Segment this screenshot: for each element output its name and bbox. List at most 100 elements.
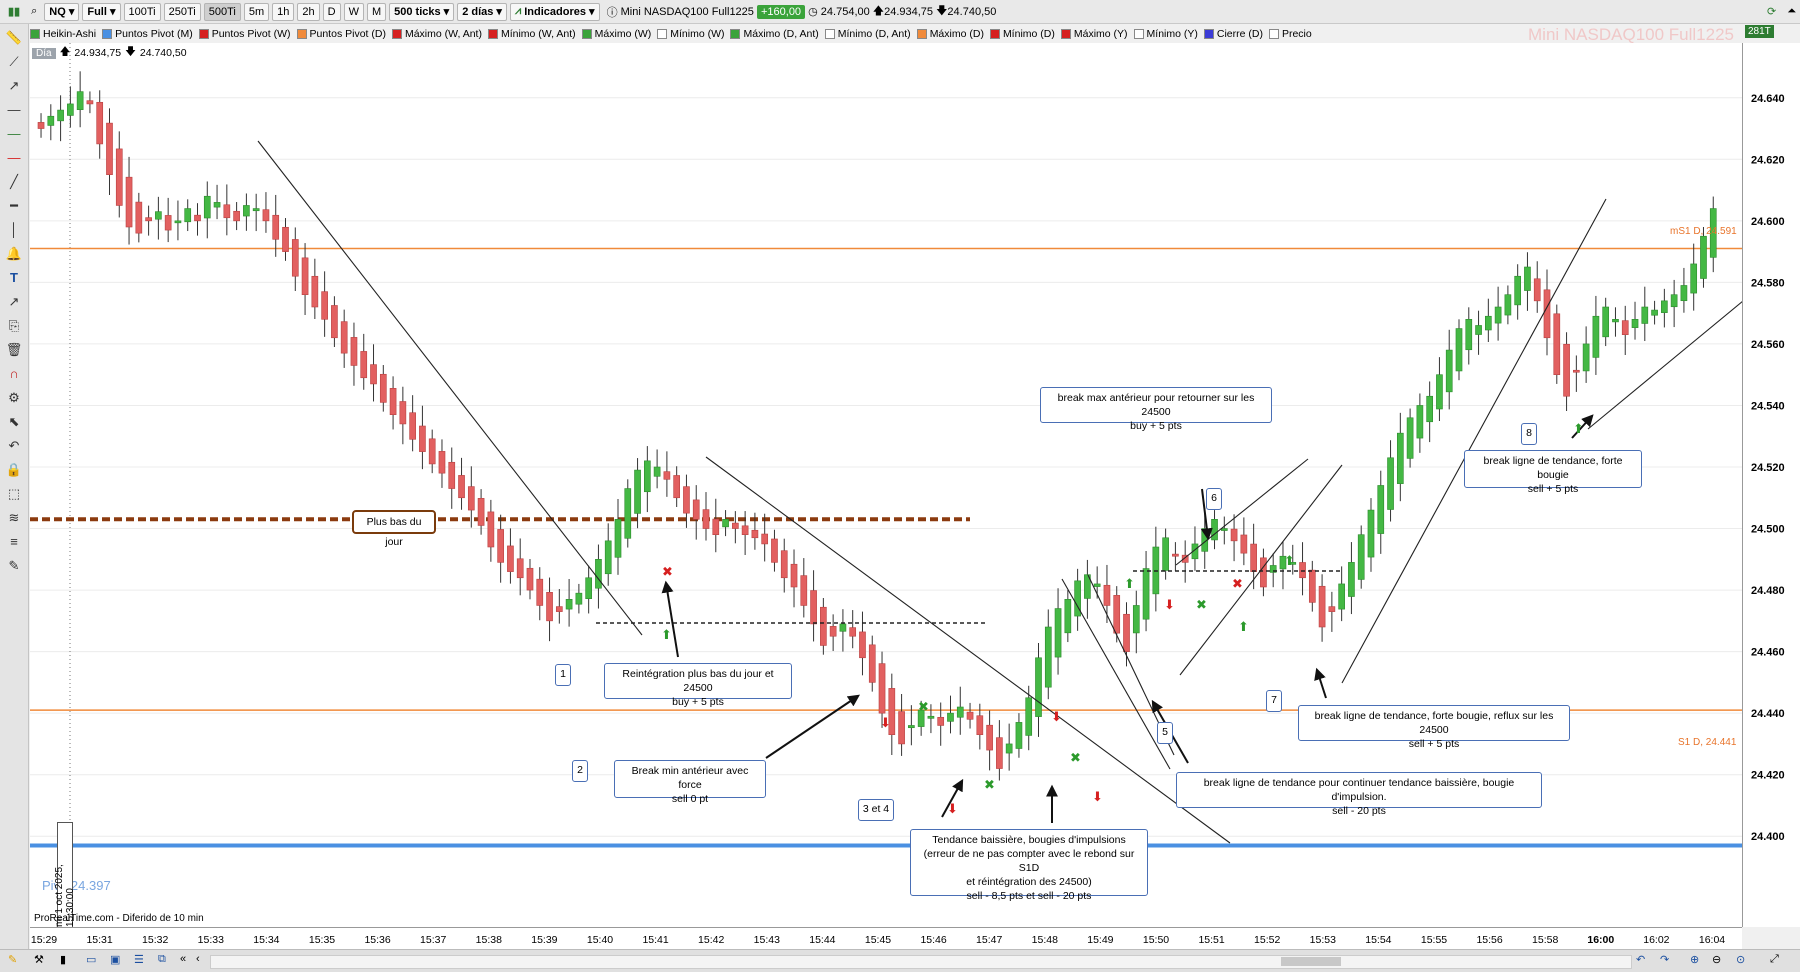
ticks-select[interactable]: 500 ticks ▾	[389, 2, 455, 21]
arrow-tool-icon[interactable]: ↗	[4, 292, 24, 312]
timeframe-2h[interactable]: 2h	[297, 2, 320, 21]
price-axis[interactable]: 281T 24.640 24.620 24.600 24.580 24.560 24.54…	[1742, 25, 1800, 927]
legend-item[interactable]: Máximo (W, Ant)	[391, 28, 482, 40]
undo-tool-icon[interactable]: ↶	[4, 436, 24, 456]
chat-icon[interactable]: ▭	[86, 953, 96, 966]
legend-color-icon[interactable]	[1268, 28, 1279, 39]
view-select[interactable]: Full ▾	[82, 2, 121, 21]
legend-item[interactable]: Mínimo (Y)	[1133, 28, 1198, 40]
legend-item[interactable]: Máximo (D)	[916, 28, 984, 40]
legend-item[interactable]: Cierre (D)	[1203, 28, 1263, 40]
legend-color-icon[interactable]	[824, 28, 835, 39]
vline-icon[interactable]: │	[4, 220, 24, 240]
horizontal-scrollbar[interactable]	[210, 955, 1632, 969]
indicators-button[interactable]: ⩘ Indicadores ▾	[509, 2, 600, 21]
legend-color-icon[interactable]	[989, 28, 1000, 39]
annotation-number-7[interactable]: 7	[1266, 690, 1282, 712]
panel-icon[interactable]: ▮	[60, 953, 66, 966]
line-style-icon[interactable]: ≡	[4, 532, 24, 552]
trash-icon[interactable]: 🗑	[4, 340, 24, 360]
timeframe-w[interactable]: W	[343, 2, 364, 21]
trendline-icon[interactable]: ╱	[4, 172, 24, 192]
redo-icon[interactable]: ↷	[1660, 953, 1669, 966]
legend-item[interactable]: Máximo (Y)	[1060, 28, 1128, 40]
timeframe-m[interactable]: M	[366, 2, 387, 21]
tools-icon[interactable]: ⚒	[34, 953, 44, 966]
legend-color-icon[interactable]	[198, 28, 209, 39]
legend-color-icon[interactable]	[1060, 28, 1071, 39]
legend-item[interactable]: Mínimo (W)	[657, 28, 724, 40]
fib-icon[interactable]: ≋	[4, 508, 24, 528]
period-select[interactable]: 2 días ▾	[457, 2, 507, 21]
list-icon[interactable]: ☰	[134, 953, 144, 966]
annotation-6[interactable]: break max antérieur pour retourner sur l…	[1040, 387, 1272, 432]
zoom-out-icon[interactable]: ⊖	[1712, 953, 1721, 966]
hline-red-icon[interactable]: ―	[4, 148, 24, 168]
symbol-select[interactable]: NQ ▾	[44, 2, 80, 21]
time-axis[interactable]: 15:29 15:31 15:32 15:33 15:34 15:35 15:36 15:37…	[30, 927, 1742, 950]
legend-color-icon[interactable]	[1203, 28, 1214, 39]
legend-color-icon[interactable]	[916, 28, 927, 39]
legend-color-icon[interactable]	[296, 28, 307, 39]
alert-bell-icon[interactable]: 🔔	[4, 244, 24, 264]
legend-item[interactable]: Puntos Pivot (M)	[102, 28, 193, 40]
ray-tool-icon[interactable]: ↗	[4, 76, 24, 96]
hline-green-icon[interactable]: ―	[4, 124, 24, 144]
annotation-plus-bas[interactable]: Plus bas du jour	[352, 510, 436, 548]
zoom-box-icon[interactable]: ⬚	[4, 484, 24, 504]
legend-color-icon[interactable]	[730, 28, 741, 39]
annotation-2[interactable]: Break min antérieur avec force sell 0 pt	[614, 760, 766, 805]
window-icon[interactable]: ⧉	[158, 953, 166, 966]
chart-style-icon[interactable]: ✎	[8, 953, 17, 966]
legend-item[interactable]: Puntos Pivot (W)	[198, 28, 291, 40]
expand-icon[interactable]: ⤢	[1770, 953, 1779, 966]
legend-item[interactable]: Mínimo (D, Ant)	[824, 28, 911, 40]
legend-item[interactable]: Máximo (D, Ant)	[730, 28, 819, 40]
hline-tool-icon[interactable]: ―	[4, 100, 24, 120]
timeframe-1h[interactable]: 1h	[272, 2, 295, 21]
legend-color-icon[interactable]	[657, 28, 668, 39]
annotation-7[interactable]: break ligne de tendance, forte bougie, r…	[1298, 705, 1570, 750]
timeframe-100ti[interactable]: 100Ti	[123, 2, 161, 21]
timeframe-d[interactable]: D	[322, 2, 341, 21]
timeframe-500ti[interactable]: 500Ti	[203, 2, 241, 21]
settings-tool-icon[interactable]: ⚙	[4, 388, 24, 408]
segment-tool-icon[interactable]: ⟋	[4, 52, 24, 72]
legend-item[interactable]: Máximo (W)	[581, 28, 651, 40]
annotation-number-2[interactable]: 2	[572, 760, 588, 782]
annotation-number-8[interactable]: 8	[1521, 423, 1537, 445]
annotation-1[interactable]: Reintégration plus bas du jour et 24500 …	[604, 663, 792, 708]
legend-color-icon[interactable]	[391, 28, 402, 39]
copy-icon[interactable]: ⎘	[4, 316, 24, 336]
layout-icon[interactable]: ▣	[110, 953, 120, 966]
legend-color-icon[interactable]	[1133, 28, 1144, 39]
legend-item[interactable]: Puntos Pivot (D)	[296, 28, 386, 40]
annotation-number-1[interactable]: 1	[555, 664, 571, 686]
magnet-icon[interactable]: ∩	[4, 364, 24, 384]
ruler-icon[interactable]: 📏	[4, 28, 24, 48]
annotation-3-4[interactable]: Tendance baissière, bougies d'impulsions…	[910, 829, 1148, 902]
legend-item[interactable]: Heikin-Ashi	[30, 28, 96, 40]
day-badge[interactable]: Día	[32, 47, 56, 59]
scrollbar-thumb[interactable]	[1281, 957, 1341, 966]
legend-item[interactable]: Mínimo (D)	[989, 28, 1055, 40]
refresh-icon[interactable]: ⟳	[1763, 3, 1780, 21]
collapse-icon[interactable]: ⏶	[1783, 3, 1800, 21]
legend-color-icon[interactable]	[581, 28, 592, 39]
scroll-left-fast-icon[interactable]: «	[180, 953, 186, 965]
annotation-5[interactable]: break ligne de tendance pour continuer t…	[1176, 772, 1542, 817]
annotation-number-3-4[interactable]: 3 et 4	[858, 799, 894, 821]
legend-item[interactable]: Precio	[1268, 28, 1312, 40]
annotation-8[interactable]: break ligne de tendance, forte bougie se…	[1464, 450, 1642, 495]
legend-color-icon[interactable]	[102, 28, 113, 39]
text-tool-icon[interactable]: T	[4, 268, 24, 288]
legend-item[interactable]: Mínimo (W, Ant)	[487, 28, 576, 40]
timeframe-250ti[interactable]: 250Ti	[163, 2, 201, 21]
cursor-icon[interactable]: ⬉	[4, 412, 24, 432]
annotation-number-6[interactable]: 6	[1206, 488, 1222, 510]
pencil-icon[interactable]: ✎	[4, 556, 24, 576]
zoom-fit-icon[interactable]: ⊙	[1736, 953, 1745, 966]
lock-icon[interactable]: 🔒	[4, 460, 24, 480]
undo-icon[interactable]: ↶	[1636, 953, 1645, 966]
legend-color-icon[interactable]	[30, 28, 40, 39]
